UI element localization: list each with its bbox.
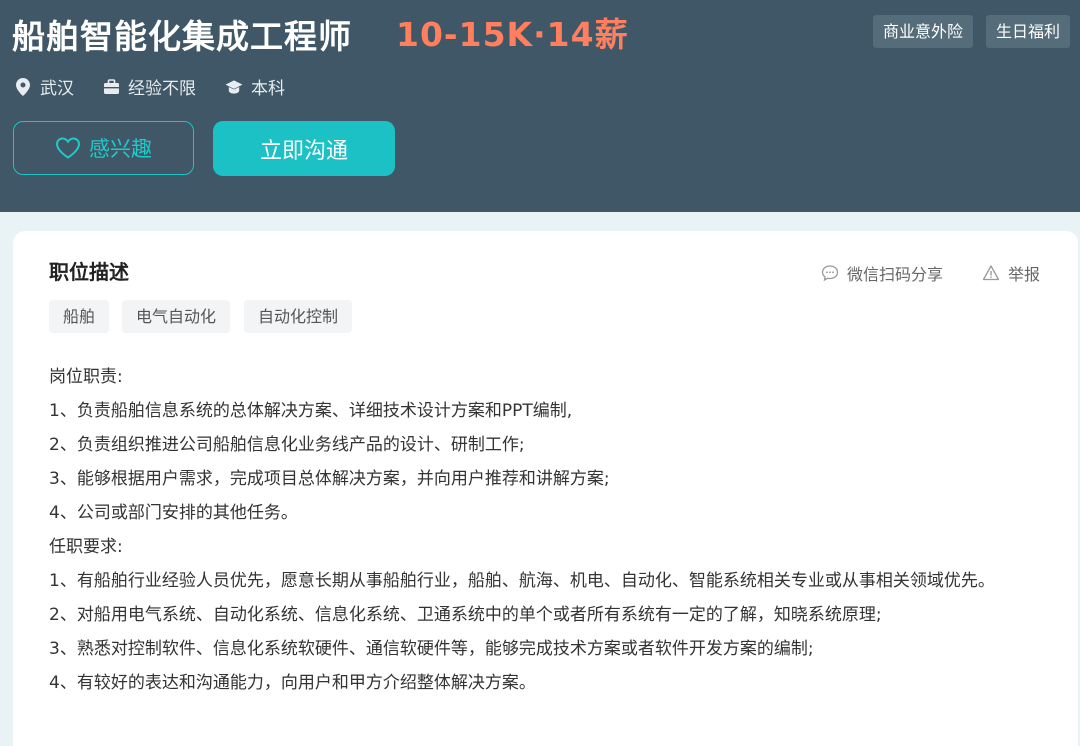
report-link[interactable]: 举报 xyxy=(982,261,1040,285)
briefcase-icon xyxy=(102,78,120,96)
interest-button[interactable]: 感兴趣 xyxy=(13,121,194,175)
report-label: 举报 xyxy=(1008,265,1041,284)
benefit-tag: 商业意外险 xyxy=(873,15,974,48)
meta-location: 武汉 xyxy=(14,74,74,99)
skill-tag: 自动化控制 xyxy=(244,300,353,333)
meta-experience: 经验不限 xyxy=(102,74,196,99)
benefit-tag: 生日福利 xyxy=(986,15,1071,48)
description-line: 1、负责船舶信息系统的总体解决方案、详细技术设计方案和PPT编制, xyxy=(49,401,573,421)
location-pin-icon xyxy=(14,77,32,96)
description-line: 4、有较好的表达和沟通能力，向用户和甲方介绍整体解决方案。 xyxy=(49,673,536,693)
description-line: 3、能够根据用户需求，完成项目总体解决方案，并向用户推荐和讲解方案; xyxy=(49,469,610,489)
skill-tag: 船舶 xyxy=(49,300,110,333)
description-line: 岗位职责: xyxy=(49,367,123,387)
description-line: 任职要求: xyxy=(49,537,123,557)
interest-label: 感兴趣 xyxy=(89,137,152,161)
job-description-text: 岗位职责: 1、负责船舶信息系统的总体解决方案、详细技术设计方案和PPT编制, … xyxy=(49,360,1049,700)
description-line: 2、对船用电气系统、自动化系统、信息化系统、卫通系统中的单个或者所有系统有一定的… xyxy=(49,605,882,625)
description-line: 2、负责组织推进公司船舶信息化业务线产品的设计、研制工作; xyxy=(49,435,525,455)
graduation-cap-icon xyxy=(225,78,243,96)
description-line: 3、熟悉对控制软件、信息化系统软硬件、通信软硬件等，能够完成技术方案或者软件开发… xyxy=(49,639,814,659)
wechat-share-link[interactable]: 微信扫码分享 xyxy=(821,261,943,285)
meta-education-text: 本科 xyxy=(251,79,285,99)
job-description-card: 职位描述 微信扫码分享 举报 船舶 电气自动化 自动化控制 岗位职责: 1、负责… xyxy=(13,231,1078,746)
meta-location-text: 武汉 xyxy=(40,79,74,99)
chat-bubble-icon xyxy=(821,264,839,282)
heart-icon xyxy=(55,136,81,160)
meta-education: 本科 xyxy=(225,74,285,99)
description-line: 1、有船舶行业经验人员优先，愿意长期从事船舶行业，船舶、航海、机电、自动化、智能… xyxy=(49,571,995,591)
chat-now-button[interactable]: 立即沟通 xyxy=(213,121,395,176)
description-line: 4、公司或部门安排的其他任务。 xyxy=(49,503,298,523)
wechat-share-label: 微信扫码分享 xyxy=(847,265,944,284)
job-title: 船舶智能化集成工程师 xyxy=(12,17,352,56)
job-header: 船舶智能化集成工程师 10-15K·14薪 商业意外险 生日福利 武汉 经验不限… xyxy=(0,0,1080,212)
meta-experience-text: 经验不限 xyxy=(128,79,196,99)
section-title: 职位描述 xyxy=(49,260,129,284)
warning-icon xyxy=(982,264,1000,282)
salary: 10-15K·14薪 xyxy=(396,15,629,54)
skill-tag: 电气自动化 xyxy=(122,300,231,333)
